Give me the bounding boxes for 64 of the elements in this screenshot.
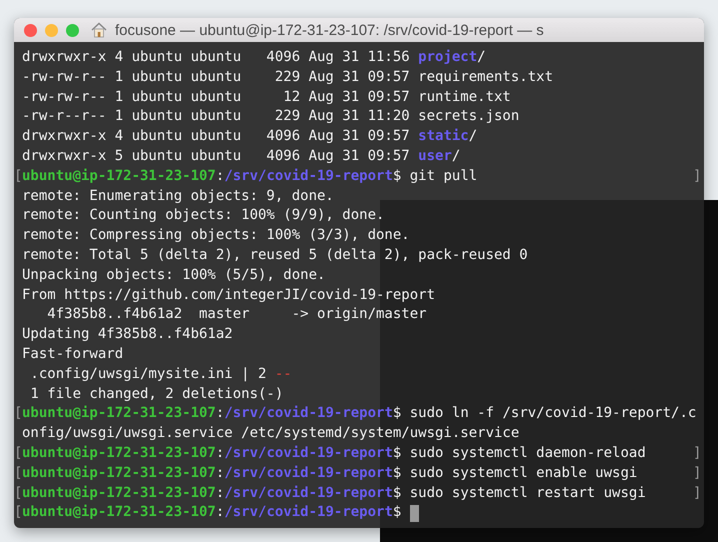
terminal-text: :: [216, 166, 224, 186]
terminal-text: 1 file changed, 2 deletions(-): [29, 384, 284, 404]
terminal-text: Fast-forward: [22, 344, 124, 364]
terminal-text: remote: Enumerating objects: 9, done.: [22, 186, 334, 206]
terminal-text: :: [216, 503, 224, 522]
window-title: focusone — ubuntu@ip-172-31-23-107: /srv/covid-19-report — s: [115, 22, 544, 38]
terminal-text: $ git pull: [392, 166, 478, 186]
line-mark: [: [14, 484, 22, 503]
prompt-user: ubuntu@ip-172-31-23-107: [22, 404, 216, 424]
prompt-user: ubuntu@ip-172-31-23-107: [22, 503, 216, 522]
prompt-path: /srv/covid-19-report: [224, 444, 393, 463]
prompt-user: ubuntu@ip-172-31-23-107: [22, 484, 216, 503]
terminal-text: drwxrwxr-x 4 ubuntu ubuntu 4096 Aug 31 11:56: [22, 48, 411, 67]
terminal-text: -rw-r--r-- 1 ubuntu ubuntu 229 Aug 31 11:20 secrets.json: [22, 107, 520, 126]
terminal-text: :: [216, 444, 224, 463]
prompt-path: /srv/covid-19-report: [224, 404, 393, 424]
prompt-path: /srv/covid-19-report: [224, 464, 393, 483]
deletion-marks: --: [274, 364, 292, 384]
terminal-text: remote: Counting objects: 100% (9/9), done.: [22, 206, 384, 226]
directory-name: project: [418, 48, 478, 67]
line-mark: ]: [693, 484, 702, 503]
prompt-user: ubuntu@ip-172-31-23-107: [22, 464, 216, 483]
minimize-button[interactable]: [45, 24, 58, 36]
house-icon: [91, 22, 107, 38]
terminal-text: remote: Total 5 (delta 2), reused 5 (delta 2), pack-reused 0: [22, 246, 528, 265]
terminal-text: :: [216, 404, 224, 424]
terminal-text: Updating 4f385b8..f4b61a2: [22, 325, 233, 344]
line-mark: ]: [693, 166, 702, 186]
terminal-text: /: [468, 127, 478, 146]
line-mark: ]: [693, 444, 702, 463]
prompt-path: /srv/covid-19-report: [224, 503, 393, 522]
line-mark: [: [14, 166, 22, 186]
terminal-text: :: [216, 464, 224, 483]
directory-name: user: [418, 146, 452, 166]
line-mark: [: [14, 444, 22, 463]
zoom-button[interactable]: [66, 24, 79, 36]
terminal-text: 4f385b8..f4b61a2 master -> origin/master: [46, 305, 427, 324]
terminal-text: $: [392, 503, 402, 522]
prompt-path: /srv/covid-19-report: [224, 166, 393, 186]
directory-name: static: [418, 127, 469, 146]
terminal-text: From https://github.com/integerJI/covid-19-report: [22, 286, 436, 305]
terminal-text: $ sudo ln -f /srv/covid-19-report/.c: [392, 404, 696, 424]
terminal-text: onfig/uwsgi/uwsgi.service /etc/systemd/system/uwsgi.service: [22, 424, 520, 444]
line-mark: ]: [693, 464, 702, 483]
terminal-text: .config/uwsgi/mysite.ini | 2: [29, 364, 268, 384]
terminal-text: -rw-rw-r-- 1 ubuntu ubuntu 12 Aug 31 09:57 runtime.txt: [22, 88, 511, 107]
prompt-user: ubuntu@ip-172-31-23-107: [22, 166, 216, 186]
terminal-text: remote: Compressing objects: 100% (3/3), done.: [22, 226, 410, 246]
terminal-text: $ sudo systemctl daemon-reload: [392, 444, 646, 463]
terminal-text: $ sudo systemctl enable uwsgi: [392, 464, 638, 483]
prompt-path: /srv/covid-19-report: [224, 484, 393, 503]
terminal-text: drwxrwxr-x 4 ubuntu ubuntu 4096 Aug 31 09:57: [22, 127, 411, 146]
terminal-text: :: [216, 484, 224, 503]
line-mark: [: [14, 503, 22, 522]
terminal-text: /: [452, 146, 460, 166]
line-mark: [: [14, 404, 22, 424]
terminal-text: /: [477, 48, 486, 67]
terminal-text: drwxrwxr-x 5 ubuntu ubuntu 4096 Aug 31 09:57: [22, 146, 411, 166]
terminal-text: $ sudo systemctl restart uwsgi: [392, 484, 646, 503]
close-button[interactable]: [24, 24, 37, 36]
prompt-user: ubuntu@ip-172-31-23-107: [22, 444, 216, 463]
terminal-text: Unpacking objects: 100% (5/5), done.: [22, 266, 326, 285]
terminal-text: -rw-rw-r-- 1 ubuntu ubuntu 229 Aug 31 09:57 requirements.txt: [22, 68, 554, 87]
line-mark: [: [14, 464, 22, 483]
